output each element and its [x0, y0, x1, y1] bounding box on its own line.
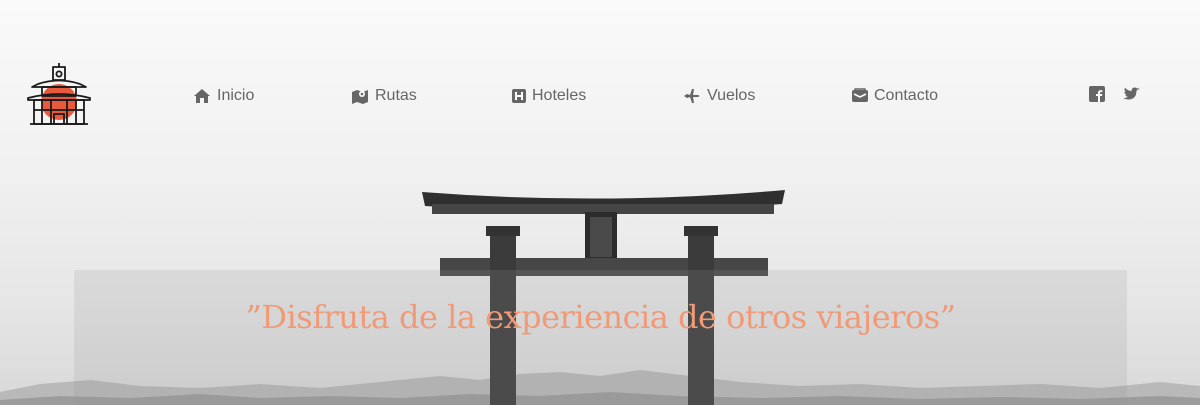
- home-icon: [194, 89, 210, 103]
- plane-icon: [684, 89, 700, 103]
- nav-item-inicio[interactable]: Inicio: [193, 82, 254, 110]
- nav-item-label: Vuelos: [707, 87, 756, 104]
- map-icon: [352, 90, 368, 104]
- nav-item-vuelos[interactable]: Vuelos: [683, 82, 755, 110]
- nav-item-hoteles[interactable]: Hoteles: [512, 82, 586, 110]
- twitter-icon: [1123, 87, 1140, 100]
- nav-item-label: Inicio: [217, 87, 255, 104]
- nav-item-label: Contacto: [874, 87, 939, 104]
- quote-panel: [74, 270, 1127, 405]
- nav-item-contacto[interactable]: Contacto: [852, 82, 938, 110]
- facebook-icon: [1089, 86, 1105, 102]
- nav-item-rutas[interactable]: Rutas: [351, 82, 417, 110]
- facebook-link[interactable]: [1089, 86, 1107, 104]
- envelope-icon: [852, 88, 868, 102]
- nav-item-label: Hoteles: [532, 87, 587, 104]
- hero-quote: ”Disfruta de la experiencia de otros via…: [245, 298, 956, 336]
- hero-section: Inicio Rutas Hoteles Vuelos Contacto ”Di…: [0, 0, 1200, 405]
- nav-item-label: Rutas: [375, 87, 417, 104]
- twitter-link[interactable]: [1123, 86, 1141, 104]
- hotel-icon: [512, 89, 526, 103]
- main-nav: Inicio Rutas Hoteles Vuelos Contacto: [0, 82, 1200, 110]
